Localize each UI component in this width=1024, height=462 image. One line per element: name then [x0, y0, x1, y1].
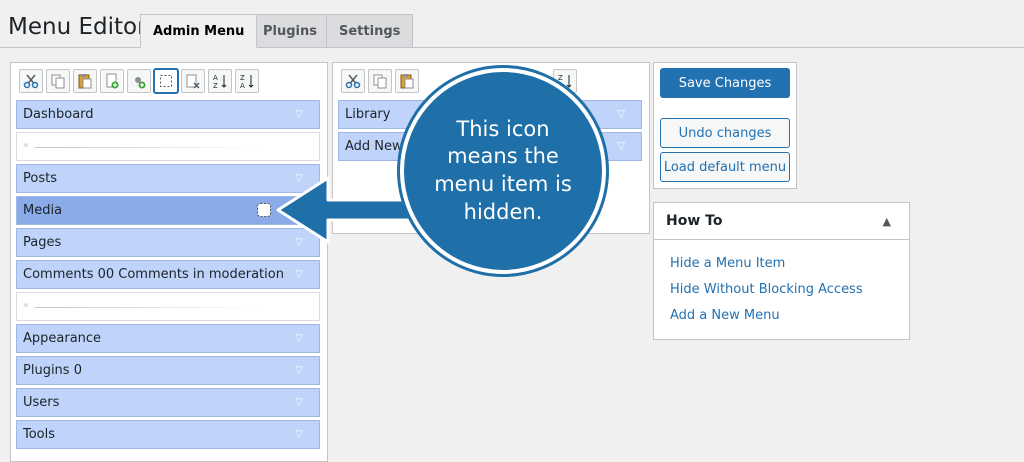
- copy-icon[interactable]: [46, 69, 70, 93]
- howto-divider: [654, 239, 909, 240]
- delete-icon[interactable]: [181, 69, 205, 93]
- submenu-item-label: Add New: [345, 139, 403, 154]
- save-changes-button[interactable]: Save Changes: [660, 68, 790, 98]
- load-default-menu-button[interactable]: Load default menu: [660, 152, 790, 182]
- menu-item-label: Appearance: [23, 331, 102, 346]
- new-menu-icon[interactable]: [100, 69, 124, 93]
- menu-item-tools[interactable]: Tools ▽: [16, 420, 320, 449]
- howto-title: How To: [666, 213, 723, 229]
- menu-item-plugins[interactable]: Plugins 0 ▽: [16, 356, 320, 385]
- cut-icon[interactable]: [19, 69, 43, 93]
- howto-panel: How To ▲ Hide a Menu Item Hide Without B…: [653, 202, 910, 340]
- howto-link-add-new-menu[interactable]: Add a New Menu: [670, 308, 780, 323]
- menu-item-label: Comments 00 Comments in moderation: [23, 267, 284, 282]
- menu-item-label: Posts: [23, 171, 57, 186]
- paste-icon[interactable]: [395, 69, 419, 93]
- expand-triangle-icon[interactable]: ▽: [617, 141, 625, 152]
- svg-text:Z: Z: [213, 82, 218, 89]
- expand-triangle-icon[interactable]: ▽: [295, 109, 303, 120]
- separator-handle-icon: «: [23, 300, 30, 311]
- howto-link-hide-menu-item[interactable]: Hide a Menu Item: [670, 256, 785, 271]
- menu-item-label: Dashboard: [23, 107, 94, 122]
- expand-triangle-icon[interactable]: ▽: [295, 269, 303, 280]
- expand-triangle-icon[interactable]: ▽: [295, 429, 303, 440]
- menu-separator[interactable]: «: [16, 132, 320, 161]
- svg-text:A: A: [240, 82, 245, 89]
- menu-item-users[interactable]: Users ▽: [16, 388, 320, 417]
- menu-item-dashboard[interactable]: Dashboard ▽: [16, 100, 320, 129]
- separator-line: [35, 307, 259, 308]
- annotation-callout: This icon means the menu item is hidden.: [400, 68, 606, 274]
- separator-line: [35, 147, 259, 148]
- expand-triangle-icon[interactable]: ▽: [295, 333, 303, 344]
- menu-item-appearance[interactable]: Appearance ▽: [16, 324, 320, 353]
- sort-ascending-icon[interactable]: AZ: [208, 69, 232, 93]
- new-separator-icon[interactable]: [127, 69, 151, 93]
- sort-descending-icon[interactable]: ZA: [235, 69, 259, 93]
- expand-triangle-icon[interactable]: ▽: [617, 109, 625, 120]
- cut-icon[interactable]: [341, 69, 365, 93]
- actions-panel: Save Changes Undo changes Load default m…: [653, 62, 797, 189]
- svg-text:Z: Z: [558, 74, 563, 82]
- page-title: Menu Editor: [8, 14, 147, 40]
- svg-text:A: A: [213, 74, 218, 82]
- menu-item-label: Plugins 0: [23, 363, 82, 378]
- expand-triangle-icon[interactable]: ▽: [295, 397, 303, 408]
- left-toolbar: AZ ZA: [19, 69, 259, 93]
- callout-text: This icon means the menu item is hidden.: [434, 116, 572, 224]
- tab-settings[interactable]: Settings: [326, 14, 414, 48]
- paste-icon[interactable]: [73, 69, 97, 93]
- tab-admin-menu[interactable]: Admin Menu: [140, 14, 258, 48]
- menu-item-label: Media: [23, 203, 63, 218]
- submenu-item-label: Library: [345, 107, 391, 122]
- hide-icon[interactable]: [154, 69, 178, 93]
- menu-item-label: Pages: [23, 235, 62, 250]
- collapse-triangle-icon[interactable]: ▲: [883, 215, 891, 228]
- menu-item-label: Users: [23, 395, 60, 410]
- undo-changes-button[interactable]: Undo changes: [660, 118, 790, 148]
- menu-separator[interactable]: «: [16, 292, 320, 321]
- separator-handle-icon: «: [23, 140, 30, 151]
- tab-plugins[interactable]: Plugins: [250, 14, 330, 48]
- menu-item-comments[interactable]: Comments 00 Comments in moderation ▽: [16, 260, 320, 289]
- copy-icon[interactable]: [368, 69, 392, 93]
- menu-item-label: Tools: [23, 427, 56, 442]
- submenu-toolbar: [341, 69, 419, 93]
- svg-text:Z: Z: [240, 74, 245, 82]
- expand-triangle-icon[interactable]: ▽: [295, 365, 303, 376]
- howto-link-hide-without-blocking[interactable]: Hide Without Blocking Access: [670, 282, 863, 297]
